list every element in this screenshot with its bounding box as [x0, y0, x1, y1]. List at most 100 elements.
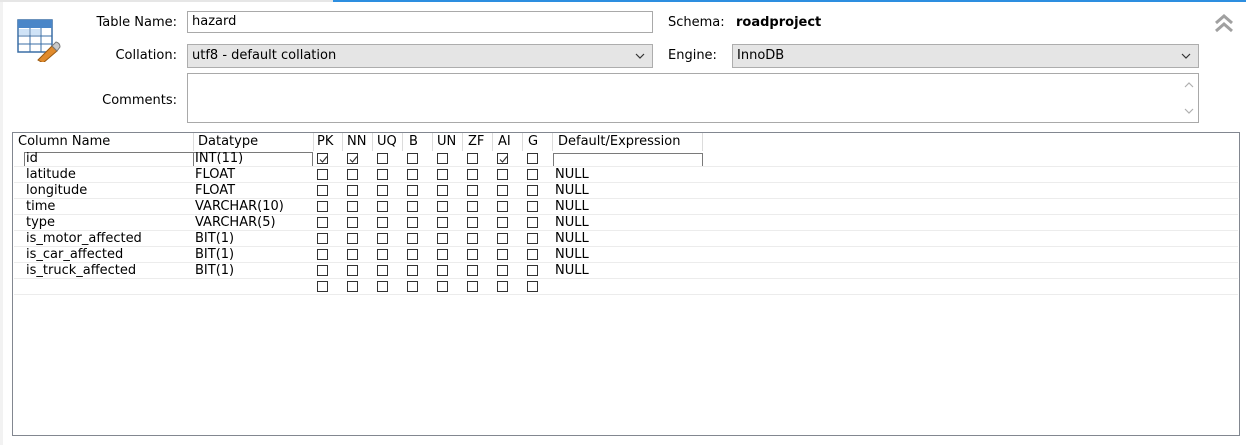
pk-checkbox[interactable]	[317, 249, 328, 260]
default-expression-cell[interactable]: NULL	[555, 231, 589, 247]
header-zf[interactable]: ZF	[468, 134, 484, 150]
b-checkbox[interactable]	[407, 201, 418, 212]
ai-checkbox[interactable]	[497, 281, 508, 292]
pk-checkbox[interactable]	[317, 265, 328, 276]
uq-checkbox[interactable]	[377, 153, 388, 164]
zf-checkbox[interactable]	[467, 185, 478, 196]
g-checkbox[interactable]	[527, 233, 538, 244]
column-name-editor[interactable]	[24, 152, 194, 167]
nn-checkbox[interactable]	[347, 153, 358, 164]
ai-checkbox[interactable]	[497, 169, 508, 180]
b-checkbox[interactable]	[407, 185, 418, 196]
pk-checkbox[interactable]	[317, 169, 328, 180]
datatype-cell[interactable]: FLOAT	[195, 167, 235, 183]
default-expression-cell[interactable]: NULL	[555, 183, 589, 199]
nn-checkbox[interactable]	[347, 281, 358, 292]
b-checkbox[interactable]	[407, 169, 418, 180]
nn-checkbox[interactable]	[347, 217, 358, 228]
g-checkbox[interactable]	[527, 201, 538, 212]
header-uq[interactable]: UQ	[377, 134, 397, 150]
zf-checkbox[interactable]	[467, 265, 478, 276]
ai-checkbox[interactable]	[497, 249, 508, 260]
g-checkbox[interactable]	[527, 281, 538, 292]
collation-select[interactable]: utf8 - default collation	[187, 44, 653, 68]
datatype-cell[interactable]: BIT(1)	[195, 231, 234, 247]
g-checkbox[interactable]	[527, 249, 538, 260]
uq-checkbox[interactable]	[377, 265, 388, 276]
uq-checkbox[interactable]	[377, 249, 388, 260]
datatype-cell[interactable]: INT(11)	[195, 151, 243, 167]
ai-checkbox[interactable]	[497, 201, 508, 212]
uq-checkbox[interactable]	[377, 185, 388, 196]
datatype-cell[interactable]: BIT(1)	[195, 263, 234, 279]
header-un[interactable]: UN	[437, 134, 456, 150]
un-checkbox[interactable]	[437, 217, 448, 228]
un-checkbox[interactable]	[437, 233, 448, 244]
engine-select[interactable]: InnoDB	[732, 44, 1199, 68]
uq-checkbox[interactable]	[377, 169, 388, 180]
scroll-up-icon[interactable]	[1182, 78, 1196, 92]
un-checkbox[interactable]	[437, 153, 448, 164]
header-b[interactable]: B	[409, 134, 418, 150]
zf-checkbox[interactable]	[467, 153, 478, 164]
pk-checkbox[interactable]	[317, 281, 328, 292]
column-name-cell[interactable]: time	[26, 199, 55, 215]
uq-checkbox[interactable]	[377, 201, 388, 212]
column-name-cell[interactable]: latitude	[26, 167, 76, 183]
g-checkbox[interactable]	[527, 169, 538, 180]
comments-textarea[interactable]	[187, 73, 1199, 123]
un-checkbox[interactable]	[437, 265, 448, 276]
uq-checkbox[interactable]	[377, 233, 388, 244]
header-pk[interactable]: PK	[317, 134, 333, 150]
datatype-cell[interactable]: VARCHAR(10)	[195, 199, 284, 215]
header-default-expression[interactable]: Default/Expression	[558, 134, 680, 150]
nn-checkbox[interactable]	[347, 233, 358, 244]
b-checkbox[interactable]	[407, 153, 418, 164]
nn-checkbox[interactable]	[347, 249, 358, 260]
un-checkbox[interactable]	[437, 281, 448, 292]
scroll-down-icon[interactable]	[1182, 104, 1196, 118]
datatype-cell[interactable]: VARCHAR(5)	[195, 215, 276, 231]
nn-checkbox[interactable]	[347, 265, 358, 276]
zf-checkbox[interactable]	[467, 169, 478, 180]
nn-checkbox[interactable]	[347, 185, 358, 196]
un-checkbox[interactable]	[437, 169, 448, 180]
zf-checkbox[interactable]	[467, 233, 478, 244]
default-expression-cell[interactable]: NULL	[555, 167, 589, 183]
pk-checkbox[interactable]	[317, 217, 328, 228]
column-name-cell[interactable]: longitude	[26, 183, 87, 199]
columns-grid[interactable]: Column Name Datatype PK NN UQ B UN ZF AI…	[12, 132, 1240, 436]
datatype-cell[interactable]: BIT(1)	[195, 247, 234, 263]
column-name-cell[interactable]: type	[26, 215, 55, 231]
ai-checkbox[interactable]	[497, 233, 508, 244]
default-expression-cell[interactable]: NULL	[555, 263, 589, 279]
column-name-cell[interactable]: is_truck_affected	[26, 263, 136, 279]
zf-checkbox[interactable]	[467, 281, 478, 292]
g-checkbox[interactable]	[527, 153, 538, 164]
header-datatype[interactable]: Datatype	[198, 134, 258, 150]
ai-checkbox[interactable]	[497, 265, 508, 276]
b-checkbox[interactable]	[407, 217, 418, 228]
header-nn[interactable]: NN	[347, 134, 366, 150]
b-checkbox[interactable]	[407, 281, 418, 292]
g-checkbox[interactable]	[527, 265, 538, 276]
column-name-cell[interactable]: is_car_affected	[26, 247, 123, 263]
ai-checkbox[interactable]	[497, 217, 508, 228]
default-expression-editor[interactable]	[553, 153, 703, 167]
nn-checkbox[interactable]	[347, 201, 358, 212]
table-name-input[interactable]: hazard	[187, 11, 653, 33]
pk-checkbox[interactable]	[317, 185, 328, 196]
zf-checkbox[interactable]	[467, 201, 478, 212]
double-chevron-up-icon[interactable]	[1213, 12, 1235, 34]
pk-checkbox[interactable]	[317, 233, 328, 244]
zf-checkbox[interactable]	[467, 217, 478, 228]
nn-checkbox[interactable]	[347, 169, 358, 180]
un-checkbox[interactable]	[437, 249, 448, 260]
default-expression-cell[interactable]: NULL	[555, 247, 589, 263]
un-checkbox[interactable]	[437, 201, 448, 212]
ai-checkbox[interactable]	[497, 153, 508, 164]
datatype-cell[interactable]: FLOAT	[195, 183, 235, 199]
pk-checkbox[interactable]	[317, 201, 328, 212]
b-checkbox[interactable]	[407, 249, 418, 260]
pk-checkbox[interactable]	[317, 153, 328, 164]
